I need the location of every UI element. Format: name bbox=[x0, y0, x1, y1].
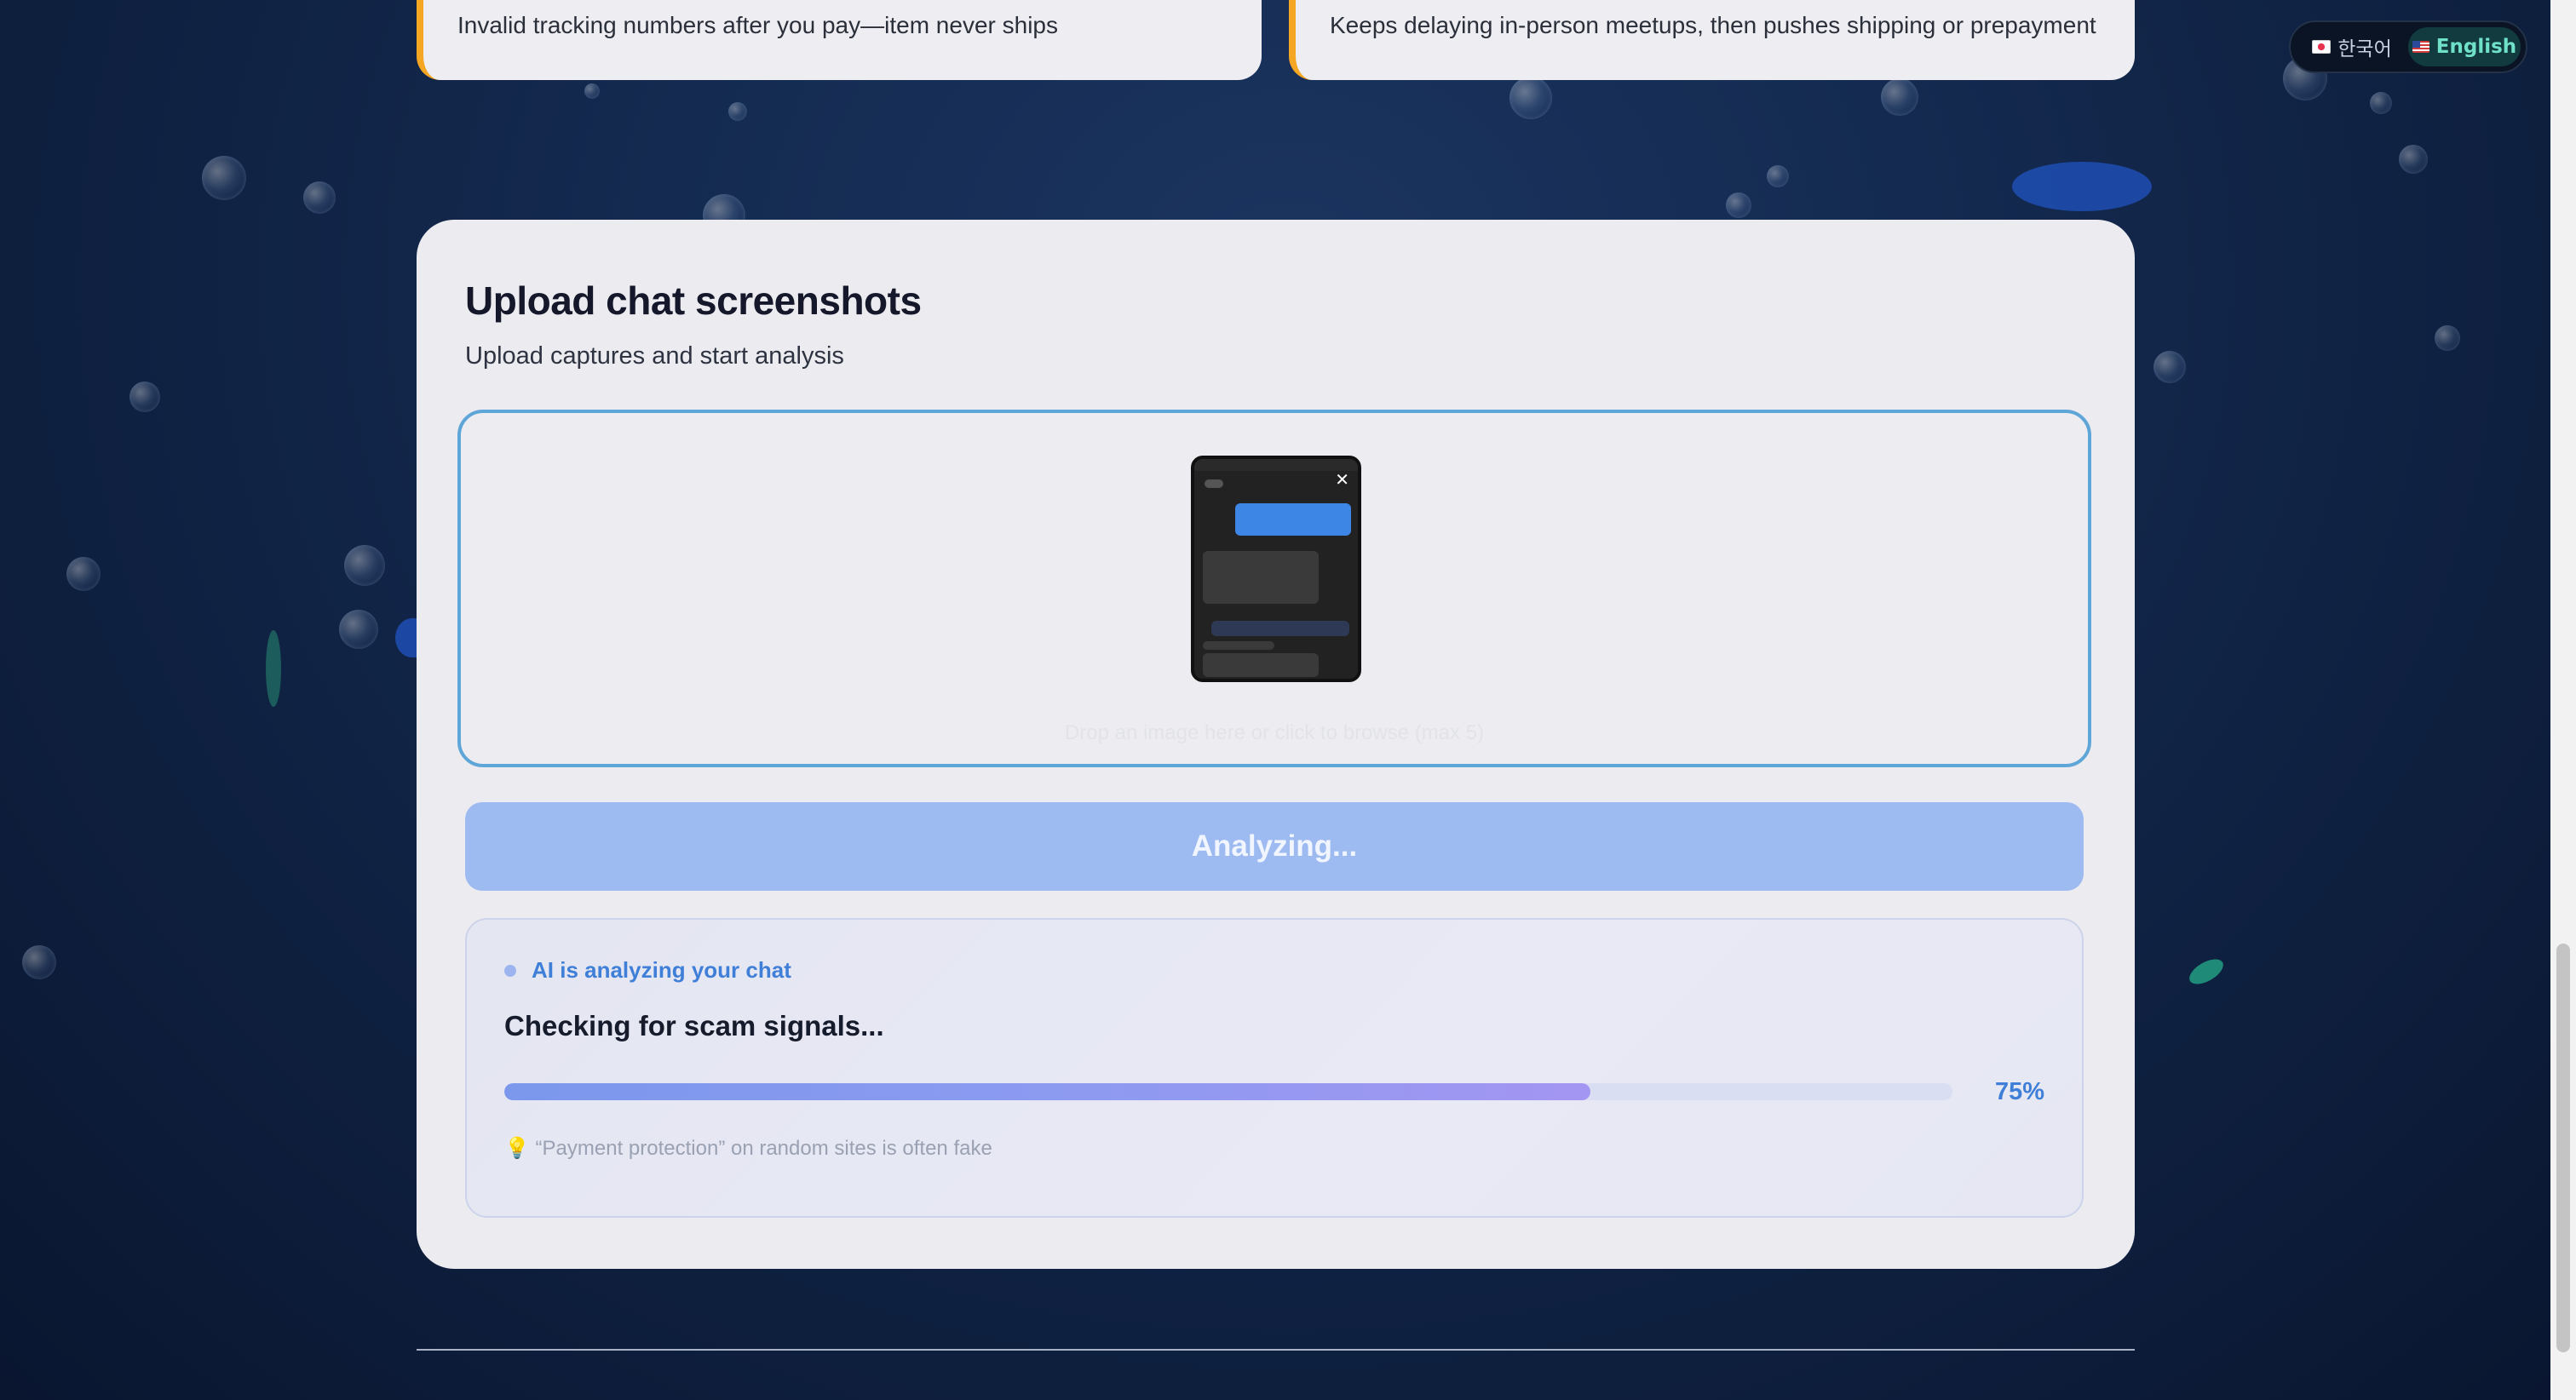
bubble-decoration bbox=[1726, 192, 1751, 218]
analysis-status-label: AI is analyzing your chat bbox=[532, 957, 791, 983]
bubble-decoration bbox=[303, 181, 336, 214]
analysis-progress-panel: AI is analyzing your chat Checking for s… bbox=[465, 918, 2084, 1218]
bubble-decoration bbox=[1509, 77, 1552, 119]
scrollbar-thumb[interactable] bbox=[2556, 944, 2570, 1352]
warning-card-text: Keeps delaying in-person meetups, then p… bbox=[1330, 12, 2096, 38]
section-subtitle: Upload captures and start analysis bbox=[465, 342, 844, 370]
bubble-decoration bbox=[1881, 78, 1918, 116]
preview-message bbox=[1211, 621, 1349, 636]
screenshot-preview-thumbnail: ✕ bbox=[1191, 456, 1361, 682]
preview-message bbox=[1235, 503, 1351, 536]
progress-bar bbox=[504, 1083, 1952, 1100]
warning-card: Keeps delaying in-person meetups, then p… bbox=[1289, 0, 2135, 80]
analysis-tip: 💡 “Payment protection” on random sites i… bbox=[504, 1137, 992, 1160]
bubble-decoration bbox=[66, 557, 101, 591]
dropzone-hint: Drop an image here or click to browse (m… bbox=[1064, 721, 1485, 744]
section-title: Upload chat screenshots bbox=[465, 278, 922, 323]
warning-card-text: Invalid tracking numbers after you pay—i… bbox=[457, 12, 1058, 38]
progress-percent: 75% bbox=[1994, 1078, 2044, 1105]
scrollbar[interactable] bbox=[2550, 0, 2576, 1400]
preview-message bbox=[1203, 641, 1274, 650]
progress-bar-fill bbox=[504, 1083, 1590, 1100]
warning-card: Invalid tracking numbers after you pay—i… bbox=[417, 0, 1262, 80]
footer-divider bbox=[417, 1349, 2135, 1351]
bubble-decoration bbox=[22, 945, 56, 979]
us-flag-icon bbox=[2412, 41, 2429, 53]
bubble-decoration bbox=[2399, 145, 2428, 174]
upload-dropzone[interactable]: ✕ Drop an image here or click to browse … bbox=[457, 410, 2091, 767]
bubble-decoration bbox=[728, 102, 747, 121]
analysis-current-step: Checking for scam signals... bbox=[504, 1010, 884, 1041]
upload-card: Upload chat screenshots Upload captures … bbox=[417, 220, 2135, 1269]
kr-flag-icon bbox=[2312, 40, 2332, 54]
lang-option-english[interactable]: English bbox=[2408, 27, 2521, 66]
bubble-decoration bbox=[1767, 165, 1789, 187]
preview-status-bar bbox=[1194, 459, 1358, 471]
lang-option-label: 한국어 bbox=[2337, 38, 2392, 60]
bubble-decoration bbox=[339, 610, 378, 649]
close-icon[interactable]: ✕ bbox=[1335, 469, 1349, 490]
preview-message bbox=[1203, 551, 1319, 604]
seaweed-decoration bbox=[266, 630, 281, 707]
fish-decoration bbox=[2012, 162, 2152, 211]
preview-message bbox=[1203, 653, 1319, 677]
fish-decoration bbox=[2185, 954, 2228, 990]
bubble-decoration bbox=[344, 545, 385, 586]
lang-option-label: English bbox=[2435, 36, 2517, 58]
bubble-decoration bbox=[2370, 92, 2392, 114]
bubble-decoration bbox=[584, 83, 600, 99]
lang-option-korean[interactable]: 한국어 bbox=[2296, 27, 2408, 66]
bubble-decoration bbox=[2435, 325, 2460, 351]
bubble-decoration bbox=[2153, 351, 2186, 383]
bubble-decoration bbox=[202, 156, 246, 200]
preview-message bbox=[1205, 479, 1223, 488]
analyze-button[interactable]: Analyzing... bbox=[465, 802, 2084, 891]
analysis-status: AI is analyzing your chat bbox=[504, 957, 791, 984]
language-switcher: 한국어 English bbox=[2289, 20, 2527, 73]
bubble-decoration bbox=[129, 382, 160, 412]
status-dot-icon bbox=[504, 964, 516, 977]
